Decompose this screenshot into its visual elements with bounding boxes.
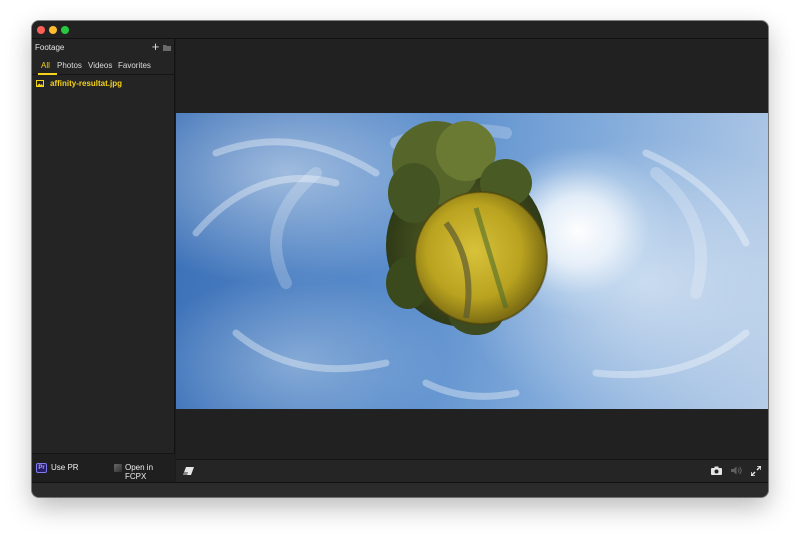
list-item[interactable]: affinity-resultat.jpg (32, 77, 175, 91)
preview-toolbar (176, 459, 768, 482)
volume-icon[interactable] (731, 466, 742, 475)
folder-icon[interactable] (163, 44, 171, 51)
filter-tabs: All Photos Videos Favorites (32, 59, 175, 75)
app-window: Footage + All Photos Videos Favorites af… (32, 21, 768, 497)
tab-videos[interactable]: Videos (88, 61, 112, 74)
sidebar-header: Footage + (32, 39, 175, 59)
image-icon (36, 80, 44, 87)
close-window-button[interactable] (37, 26, 45, 34)
file-name: affinity-resultat.jpg (50, 79, 123, 88)
preview-image (176, 113, 768, 409)
premiere-icon: Pr (36, 463, 47, 473)
preview-area (176, 39, 768, 459)
status-bar (32, 482, 768, 497)
footage-sidebar: Footage + All Photos Videos Favorites af… (32, 39, 175, 482)
title-bar (32, 21, 768, 39)
tiny-planet-photo (192, 121, 750, 400)
plus-icon[interactable]: + (150, 40, 161, 54)
use-pr-label: Use PR (51, 463, 79, 472)
sidebar-title: Footage (35, 43, 65, 52)
eraser-icon[interactable] (183, 467, 194, 475)
expand-icon[interactable] (751, 466, 761, 476)
zoom-window-button[interactable] (61, 26, 69, 34)
sidebar-footer: Pr Use PR Open in FCPX (32, 453, 175, 482)
open-in-fcpx-label: Open in FCPX (125, 463, 154, 481)
open-in-fcpx-button[interactable]: Open in FCPX (114, 461, 174, 481)
use-pr-button[interactable]: Pr Use PR (36, 461, 84, 475)
minimize-window-button[interactable] (49, 26, 57, 34)
tab-favorites[interactable]: Favorites (118, 61, 151, 74)
camera-icon[interactable] (711, 466, 722, 475)
final-cut-icon (114, 464, 122, 472)
active-tab-indicator (38, 73, 57, 75)
tab-photos[interactable]: Photos (57, 61, 82, 74)
